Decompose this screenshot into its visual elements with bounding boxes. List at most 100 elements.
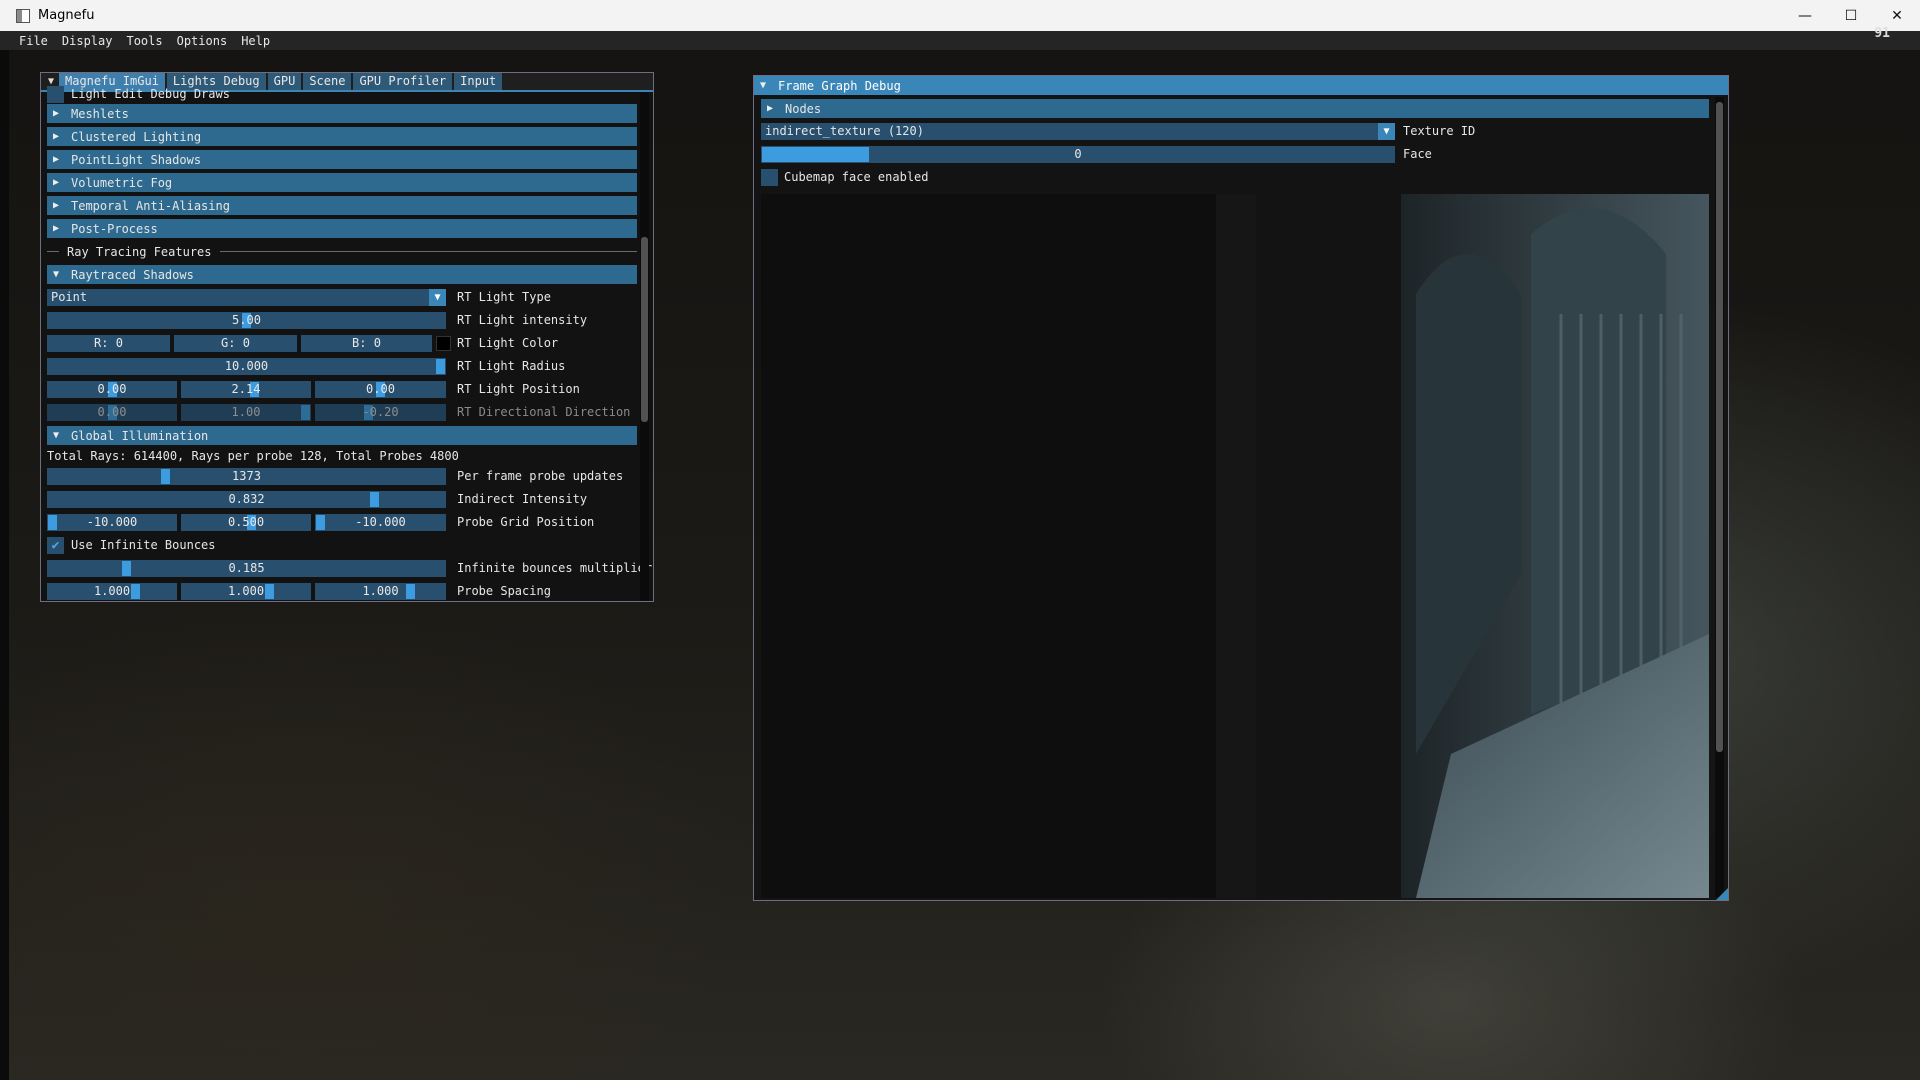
infinite-bounces-checkbox[interactable]: ✔ [47, 537, 64, 554]
probe-spacing-x-slider[interactable]: 1.000 [47, 583, 177, 600]
slider-grab[interactable] [265, 584, 274, 599]
texture-id-label: Texture ID [1403, 124, 1476, 138]
slider-value: 1.000 [227, 584, 265, 598]
expand-arrow-icon: ▶ [53, 131, 60, 142]
rt-color-label: RT Light Color [457, 336, 559, 350]
slider-value: 1.00 [231, 405, 261, 419]
slider-grab[interactable] [48, 515, 57, 530]
chevron-down-icon[interactable]: ▼ [1378, 123, 1395, 140]
rt-position-y-slider[interactable]: 2.14 [181, 381, 311, 398]
slider-value: 5.00 [232, 313, 261, 327]
checkmark-icon: ✔ [51, 538, 60, 553]
expand-arrow-icon: ▶ [53, 177, 60, 188]
menu-file[interactable]: File [12, 34, 55, 48]
section-post-process[interactable]: ▶ Post-Process [47, 219, 637, 238]
infinite-bounces-row: ✔ Use Infinite Bounces [47, 536, 637, 555]
probe-spacing-y-slider[interactable]: 1.000 [181, 583, 311, 600]
probe-updates-slider[interactable]: 1373 [47, 468, 446, 485]
rt-radius-slider[interactable]: 10.000 [47, 358, 446, 375]
slider-grab[interactable] [436, 359, 445, 374]
section-global-illumination[interactable]: ▼ Global Illumination [47, 426, 637, 445]
slider-grab[interactable] [122, 561, 131, 576]
section-nodes[interactable]: ▶ Nodes [761, 99, 1709, 118]
rt-light-type-combo[interactable]: Point ▼ [47, 289, 446, 306]
section-label: Global Illumination [71, 428, 209, 443]
probe-grid-z-slider[interactable]: -10.000 [315, 514, 446, 531]
bounce-mult-slider[interactable]: 0.185 [47, 560, 446, 577]
texture-id-combo[interactable]: indirect_texture (120) ▼ [761, 123, 1395, 140]
probe-grid-y-slider[interactable]: 0.500 [181, 514, 311, 531]
color-swatch[interactable] [436, 336, 451, 351]
rt-light-type-label: RT Light Type [457, 290, 551, 304]
slider-value: 1.000 [93, 584, 131, 598]
scrollbar-thumb[interactable] [641, 237, 648, 422]
probe-grid-row: -10.000 0.500 -10.000 Probe Grid Positio… [47, 513, 637, 532]
menu-tools[interactable]: Tools [119, 34, 169, 48]
section-meshlets[interactable]: ▶ Meshlets [47, 104, 637, 123]
bounce-mult-row: 0.185 Infinite bounces multiplier [47, 559, 652, 578]
section-pointlight-shadows[interactable]: ▶ PointLight Shadows [47, 150, 637, 169]
combo-value: indirect_texture (120) [765, 124, 924, 138]
rt-position-label: RT Light Position [457, 382, 580, 396]
frame-graph-title: Frame Graph Debug [778, 78, 901, 93]
slider-grab[interactable] [131, 584, 140, 599]
menu-display[interactable]: Display [55, 34, 120, 48]
section-clustered-lighting[interactable]: ▶ Clustered Lighting [47, 127, 637, 146]
probe-grid-x-slider[interactable]: -10.000 [47, 514, 177, 531]
settings-content: Light Edit Debug Draws ▶ Meshlets ▶ Cluste… [41, 86, 653, 601]
frame-graph-title-bar[interactable]: ▼ Frame Graph Debug [754, 76, 1728, 95]
face-slider[interactable]: 0 [761, 146, 1395, 163]
texture-preview-svg [761, 194, 1709, 898]
rt-color-r-field[interactable]: R: 0 [47, 335, 170, 352]
section-volumetric-fog[interactable]: ▶ Volumetric Fog [47, 173, 637, 192]
chevron-down-icon[interactable]: ▼ [429, 289, 446, 306]
slider-value: 2.14 [231, 382, 261, 396]
expand-arrow-icon: ▶ [53, 108, 60, 119]
separator-line [219, 251, 637, 252]
frame-graph-scrollbar[interactable] [1715, 97, 1724, 897]
section-label: Meshlets [71, 106, 129, 121]
resize-grip[interactable] [1716, 888, 1728, 900]
cubemap-checkbox[interactable] [761, 169, 778, 186]
collapse-arrow-icon[interactable]: ▼ [760, 80, 778, 91]
rt-position-x-slider[interactable]: 0.00 [47, 381, 177, 398]
rt-position-row: 0.00 2.14 0.00 RT Light Position [47, 380, 637, 399]
slider-grab[interactable] [316, 515, 325, 530]
menu-options[interactable]: Options [170, 34, 235, 48]
settings-window[interactable]: ▼ Magnefu ImGui Lights Debug GPU Scene G… [40, 72, 654, 602]
rt-color-g-field[interactable]: G: 0 [174, 335, 297, 352]
section-raytraced-shadows[interactable]: ▼ Raytraced Shadows [47, 265, 637, 284]
rt-direction-z-slider: -0.20 [315, 404, 446, 421]
indirect-intensity-slider[interactable]: 0.832 [47, 491, 446, 508]
slider-grab[interactable] [370, 492, 379, 507]
rt-position-z-slider[interactable]: 0.00 [315, 381, 446, 398]
probe-spacing-z-slider[interactable]: 1.000 [315, 583, 446, 600]
fps-counter: 91 [1874, 26, 1890, 41]
scrollbar-thumb[interactable] [1716, 102, 1723, 752]
app-icon [16, 8, 30, 23]
light-edit-debug-row[interactable]: Light Edit Debug Draws [47, 85, 637, 104]
slider-value: 10.000 [224, 359, 269, 373]
gi-summary-row: Total Rays: 614400, Rays per probe 128, … [47, 447, 637, 466]
settings-scrollbar[interactable] [640, 92, 649, 601]
maximize-button[interactable]: ☐ [1828, 0, 1874, 31]
probe-updates-label: Per frame probe updates [457, 469, 624, 483]
section-taa[interactable]: ▶ Temporal Anti-Aliasing [47, 196, 637, 215]
gi-summary-text: Total Rays: 614400, Rays per probe 128, … [47, 449, 459, 463]
indirect-intensity-row: 0.832 Indirect Intensity [47, 490, 637, 509]
menu-help[interactable]: Help [234, 34, 277, 48]
rt-intensity-row: 5.00 RT Light intensity [47, 311, 637, 330]
window-title: Magnefu [38, 8, 95, 23]
slider-grab[interactable] [406, 584, 415, 599]
light-edit-debug-checkbox[interactable] [47, 86, 64, 103]
frame-graph-window[interactable]: ▼ Frame Graph Debug ▶ Nodes indirect_tex… [753, 75, 1729, 901]
section-label: Temporal Anti-Aliasing [71, 198, 230, 213]
indirect-intensity-label: Indirect Intensity [457, 492, 588, 506]
rt-color-row: R: 0 G: 0 B: 0 RT Light Color [47, 334, 637, 353]
minimize-button[interactable]: — [1782, 0, 1828, 31]
slider-grab[interactable] [762, 147, 869, 162]
rt-color-b-field[interactable]: B: 0 [301, 335, 432, 352]
slider-grab[interactable] [161, 469, 170, 484]
slider-value: 0 [1074, 147, 1082, 161]
rt-intensity-slider[interactable]: 5.00 [47, 312, 446, 329]
